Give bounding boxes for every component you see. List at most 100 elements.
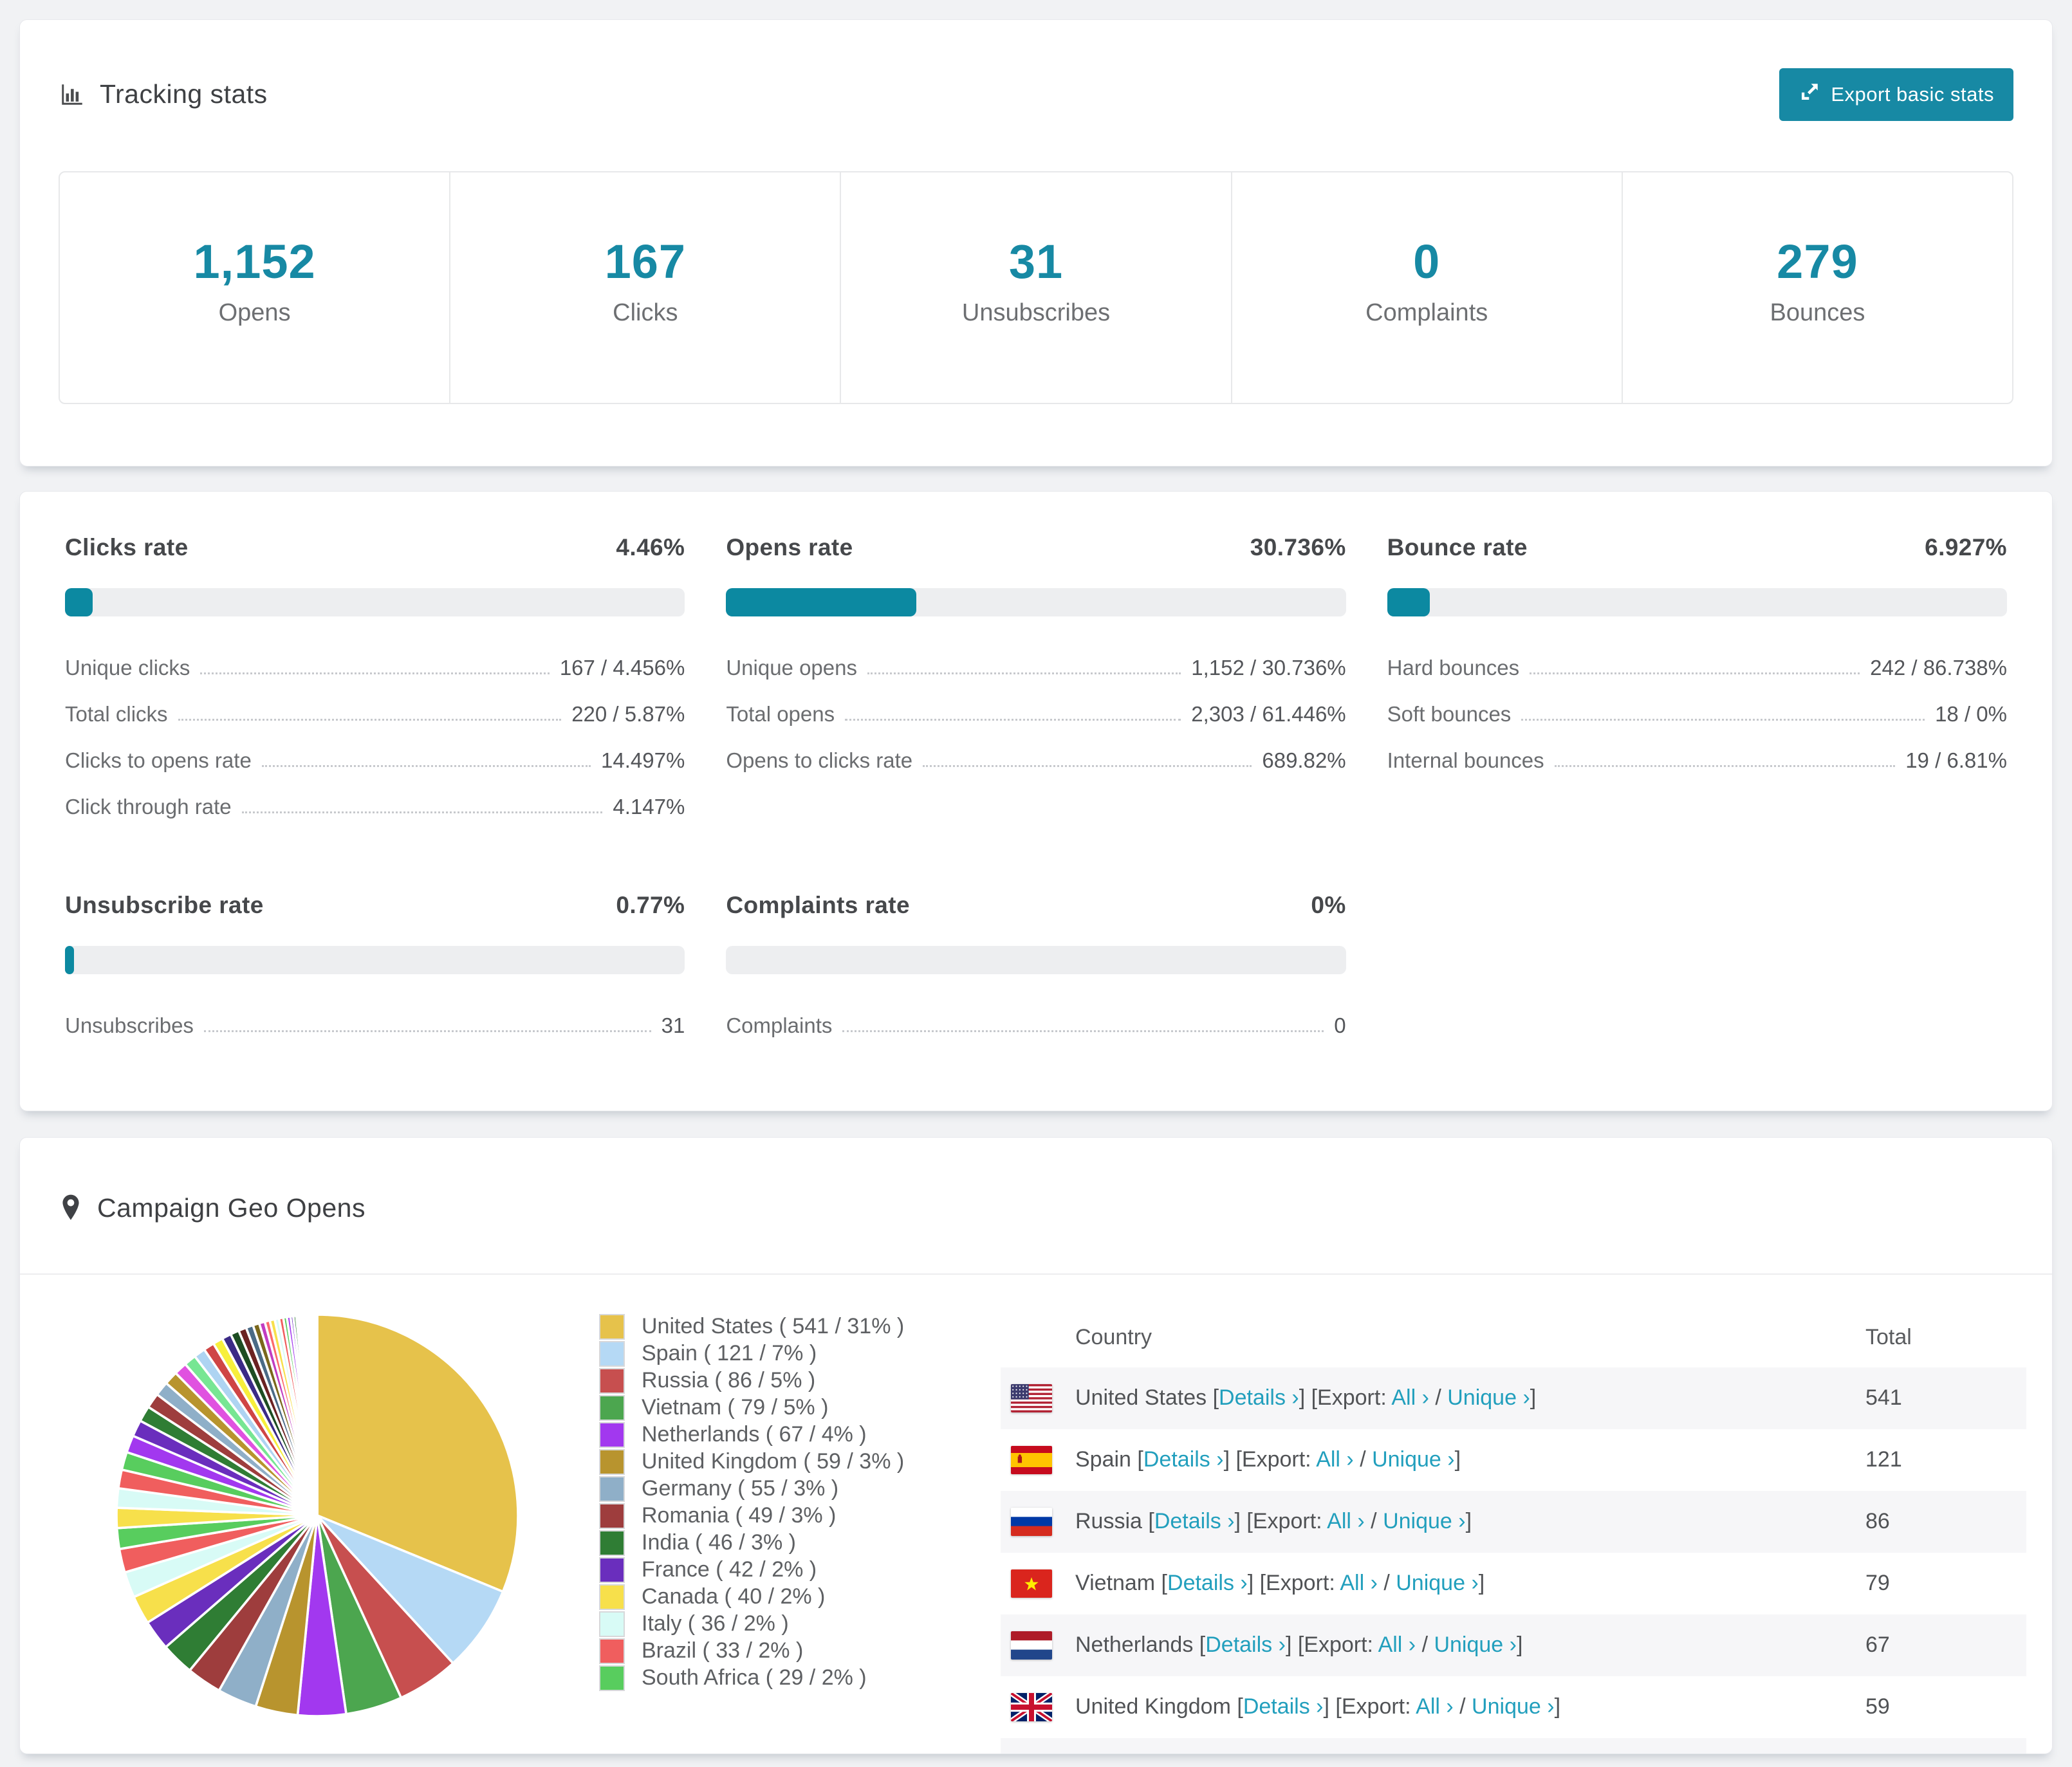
export-all-link[interactable]: All ›: [1340, 1571, 1378, 1595]
summary-label: Clicks: [613, 299, 678, 327]
link-separator: /: [1453, 1694, 1472, 1719]
tracking-stats-header: Tracking stats Export basic stats: [59, 57, 2013, 131]
legend-swatch: [599, 1611, 625, 1637]
flag-vn-icon: [1011, 1569, 1052, 1598]
export-unique-link[interactable]: Unique ›: [1396, 1571, 1479, 1595]
details-link[interactable]: Details ›: [1219, 1385, 1299, 1410]
dotted-leader: [203, 1030, 651, 1032]
rate-progress-bar: [65, 945, 685, 974]
details-link[interactable]: Details ›: [1154, 1509, 1235, 1533]
export-unique-link[interactable]: Unique ›: [1383, 1509, 1466, 1533]
summary-box-unsubscribes: 31 Unsubscribes: [840, 172, 1230, 403]
legend-item-spain[interactable]: Spain ( 121 / 7% ): [599, 1340, 963, 1367]
rate-header: Opens rate 30.736%: [726, 534, 1346, 561]
export-all-link[interactable]: All ›: [1391, 1385, 1429, 1410]
country-column-header: Country: [1075, 1325, 1152, 1350]
rate-row-click-through-rate: Click through rate 4.147%: [65, 784, 685, 830]
geo-opens-pie-chart[interactable]: [110, 1308, 524, 1723]
link-separator: /: [1429, 1385, 1448, 1411]
rate-row-internal-bounces: Internal bounces 19 / 6.81%: [1387, 737, 2007, 784]
export-unique-link[interactable]: Unique ›: [1472, 1694, 1555, 1719]
legend-item-brazil[interactable]: Brazil ( 33 / 2% ): [599, 1638, 963, 1665]
rate-row-soft-bounces: Soft bounces 18 / 0%: [1387, 691, 2007, 737]
total-cell: 59: [1865, 1694, 1890, 1719]
details-link[interactable]: Details ›: [1143, 1447, 1224, 1472]
legend-item-france[interactable]: France ( 42 / 2% ): [599, 1557, 963, 1584]
rate-row-label: Click through rate: [65, 794, 232, 819]
legend-item-vietnam[interactable]: Vietnam ( 79 / 5% ): [599, 1394, 963, 1421]
summary-label: Bounces: [1770, 299, 1865, 327]
summary-value: 279: [1777, 235, 1858, 289]
legend-item-south-africa[interactable]: South Africa ( 29 / 2% ): [599, 1665, 963, 1692]
legend-swatch: [599, 1367, 625, 1394]
summary-value: 167: [604, 235, 687, 289]
rate-rows: Unique clicks 167 / 4.456% Total clicks 220…: [65, 645, 685, 830]
total-cell: 67: [1865, 1633, 1890, 1658]
rate-row-value: 19 / 6.81%: [1905, 748, 2007, 772]
details-link[interactable]: Details ›: [1205, 1633, 1286, 1657]
legend-item-canada[interactable]: Canada ( 40 / 2% ): [599, 1584, 963, 1611]
rates-card: Clicks rate 4.46% Unique clicks 167 / 4.456…: [19, 491, 2053, 1111]
legend-item-romania[interactable]: Romania ( 49 / 3% ): [599, 1503, 963, 1530]
export-icon: [1799, 81, 1820, 108]
country-name: United States [: [1075, 1385, 1219, 1411]
export-unique-link[interactable]: Unique ›: [1372, 1447, 1455, 1472]
legend-swatch: [599, 1313, 625, 1340]
legend-swatch: [599, 1448, 625, 1475]
details-link[interactable]: Details ›: [1167, 1571, 1248, 1595]
dotted-leader: [241, 811, 603, 813]
legend-item-united-kingdom[interactable]: United Kingdom ( 59 / 3% ): [599, 1448, 963, 1476]
legend-item-russia[interactable]: Russia ( 86 / 5% ): [599, 1367, 963, 1394]
export-all-link[interactable]: All ›: [1316, 1447, 1354, 1472]
legend-item-germany[interactable]: Germany ( 55 / 3% ): [599, 1476, 963, 1503]
rate-row-unsubscribes: Unsubscribes 31: [65, 1003, 685, 1049]
export-all-link[interactable]: All ›: [1416, 1694, 1454, 1719]
legend-item-italy[interactable]: Italy ( 36 / 2% ): [599, 1611, 963, 1638]
geo-row-vietnam: Vietnam [Details ›] [Export: All › / Uni…: [1001, 1553, 2026, 1614]
details-link[interactable]: Details ›: [1243, 1694, 1324, 1719]
rate-row-value: 0: [1334, 1013, 1346, 1037]
summary-box-complaints: 0 Complaints: [1230, 172, 1622, 403]
rate-progress-fill: [726, 588, 917, 617]
dotted-leader: [178, 718, 562, 721]
export-unique-link[interactable]: Unique ›: [1447, 1385, 1530, 1410]
geo-country-table: Country Total United States [Details ›] …: [1001, 1308, 2026, 1753]
legend-item-united-states[interactable]: United States ( 541 / 31% ): [599, 1313, 963, 1340]
legend-item-india[interactable]: India ( 46 / 3% ): [599, 1530, 963, 1557]
dotted-leader: [1521, 718, 1925, 721]
legend-label: Vietnam ( 79 / 5% ): [642, 1395, 829, 1420]
country-cell: Vietnam [Details ›] [Export: All › / Uni…: [1075, 1571, 1865, 1596]
rate-progress-fill: [1387, 588, 1430, 617]
export-basic-stats-button[interactable]: Export basic stats: [1779, 68, 2013, 121]
country-cell: Netherlands [Details ›] [Export: All › /…: [1075, 1633, 1865, 1658]
export-prefix: ] [Export:: [1323, 1694, 1416, 1719]
export-all-link[interactable]: All ›: [1327, 1509, 1365, 1533]
total-cell: 121: [1865, 1447, 1902, 1472]
flag-nl-icon: [1011, 1631, 1052, 1660]
legend-label: Germany ( 55 / 3% ): [642, 1476, 839, 1501]
summary-value: 1,152: [193, 235, 316, 289]
export-button-label: Export basic stats: [1831, 82, 1994, 106]
geo-row-spain: Spain [Details ›] [Export: All › / Uniqu…: [1001, 1429, 2026, 1491]
summary-box-clicks: 167 Clicks: [449, 172, 840, 403]
dotted-leader: [867, 672, 1181, 674]
export-all-link[interactable]: All ›: [1378, 1633, 1416, 1657]
link-separator: /: [1353, 1447, 1373, 1472]
rate-progress-bar: [726, 588, 1346, 617]
dotted-leader: [923, 764, 1252, 767]
summary-label: Complaints: [1365, 299, 1488, 327]
export-unique-link[interactable]: Unique ›: [1434, 1633, 1517, 1657]
rate-row-value: 2,303 / 61.446%: [1191, 701, 1346, 726]
tracking-stats-card: Tracking stats Export basic stats 1,152 O…: [19, 19, 2053, 467]
country-name: Netherlands [: [1075, 1633, 1206, 1658]
summary-value: 31: [1008, 235, 1064, 289]
summary-value: 0: [1413, 235, 1441, 289]
dotted-leader: [261, 764, 591, 767]
rate-progress-bar: [1387, 588, 2007, 617]
rate-value: 0%: [1311, 891, 1346, 918]
export-prefix: ] [Export:: [1234, 1509, 1327, 1534]
legend-item-netherlands[interactable]: Netherlands ( 67 / 4% ): [599, 1421, 963, 1448]
summary-stats-row: 1,152 Opens 167 Clicks 31 Unsubscribes 0 Compla…: [59, 171, 2013, 405]
dashboard-page: Tracking stats Export basic stats 1,152 O…: [0, 0, 2072, 1767]
rate-row-label: Total clicks: [65, 701, 168, 726]
